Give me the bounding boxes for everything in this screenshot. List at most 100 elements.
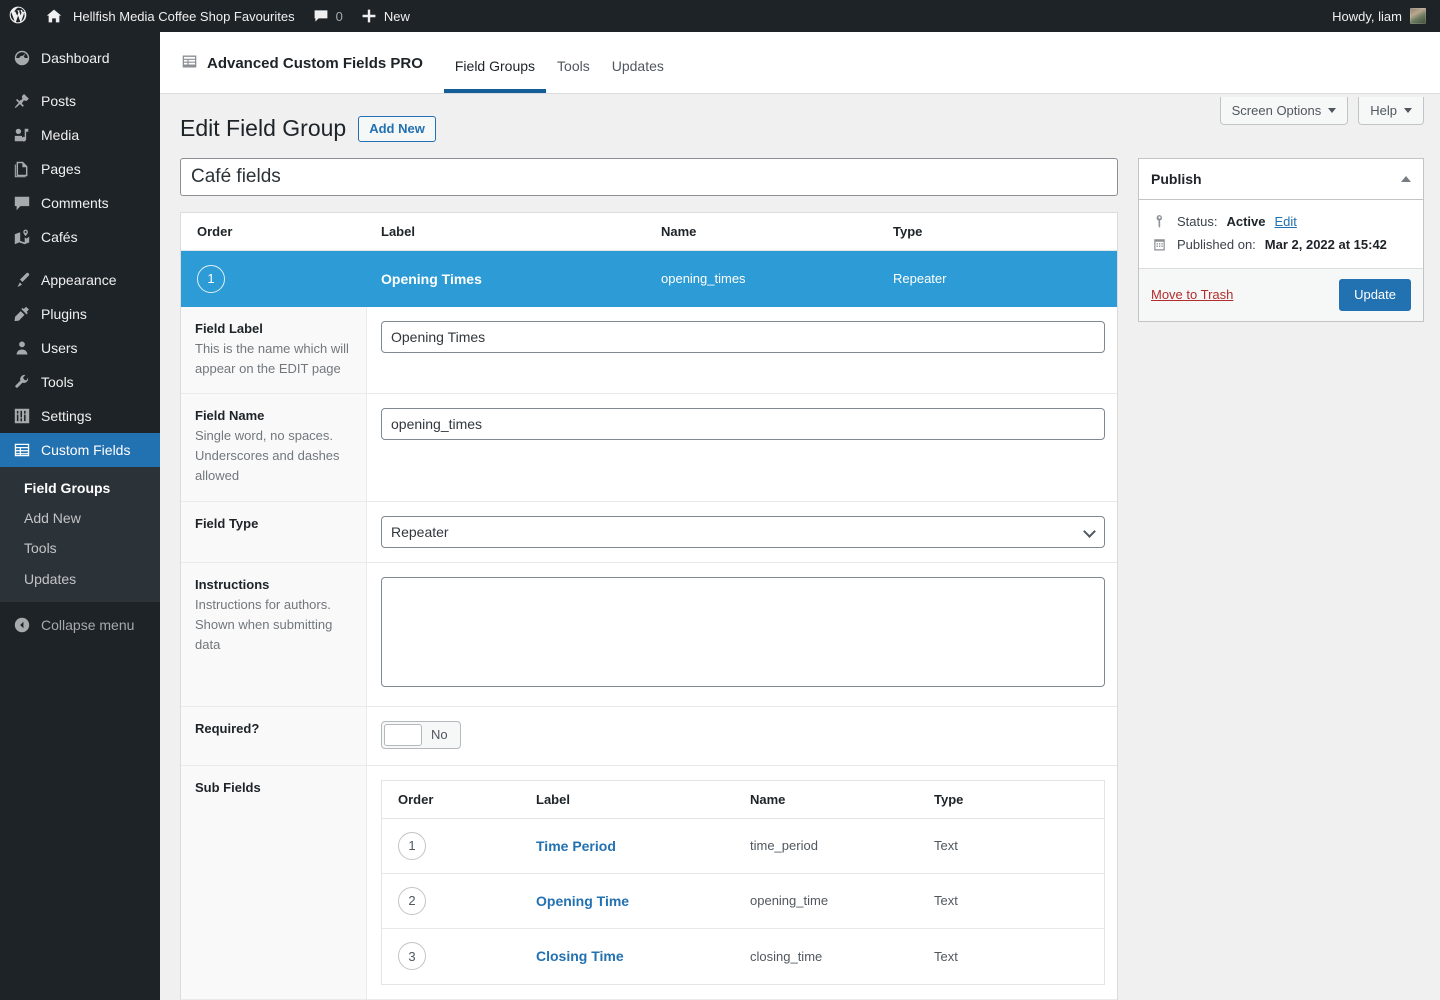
table-row[interactable]: 3 Closing Time closing_time Text xyxy=(382,929,1104,984)
publish-status-row: Status: Active Edit xyxy=(1151,210,1411,233)
sub-row-type: Text xyxy=(934,838,1104,853)
sidebar-item-posts[interactable]: Posts xyxy=(0,84,160,118)
field-group-title-input[interactable] xyxy=(180,158,1118,196)
chevron-up-icon[interactable] xyxy=(1401,176,1411,182)
wrench-icon xyxy=(12,372,32,392)
setting-description: Single word, no spaces. Underscores and … xyxy=(195,428,340,483)
sidebar-item-media[interactable]: Media xyxy=(0,118,160,152)
howdy-label: Howdy, liam xyxy=(1332,9,1402,24)
map-marker-icon xyxy=(12,227,32,247)
sidebar-item-tools[interactable]: Tools xyxy=(0,365,160,399)
site-name-menu[interactable]: Hellfish Media Coffee Shop Favourites xyxy=(37,0,304,32)
field-name-input[interactable] xyxy=(381,408,1105,440)
comment-bubble-icon xyxy=(12,193,32,213)
admin-sidebar-menu: Dashboard Posts Media Pages Comments Caf… xyxy=(0,32,160,1000)
media-icon xyxy=(12,125,32,145)
tab-field-groups[interactable]: Field Groups xyxy=(444,58,546,93)
table-row[interactable]: 2 Opening Time opening_time Text xyxy=(382,874,1104,929)
field-row-label[interactable]: Opening Times xyxy=(381,271,661,287)
sidebar-item-pages[interactable]: Pages xyxy=(0,152,160,186)
add-new-button[interactable]: Add New xyxy=(358,116,436,142)
sub-row-name: closing_time xyxy=(750,949,934,964)
wordpress-logo-button[interactable] xyxy=(0,0,37,32)
setting-label-cell: Field Label This is the name which will … xyxy=(181,307,367,394)
menu-separator-2 xyxy=(0,254,160,263)
sidebar-item-label: Users xyxy=(41,341,78,355)
acf-brand-label: Advanced Custom Fields PRO xyxy=(207,55,423,72)
field-label-input[interactable] xyxy=(381,321,1105,353)
new-content-button[interactable]: New xyxy=(352,0,419,32)
column-header-name: Name xyxy=(661,224,893,239)
sub-row-order-cell: 2 xyxy=(382,887,536,915)
sidebar-item-label: Tools xyxy=(41,375,74,389)
order-badge[interactable]: 2 xyxy=(398,887,426,915)
sidebar-item-label: Pages xyxy=(41,162,81,176)
sub-row-label[interactable]: Closing Time xyxy=(536,948,750,964)
instructions-textarea[interactable] xyxy=(381,577,1105,687)
custom-fields-submenu: Field Groups Add New Tools Updates xyxy=(0,467,160,602)
setting-label: Field Name xyxy=(195,408,354,423)
sidebar-item-dashboard[interactable]: Dashboard xyxy=(0,41,160,75)
submenu-item-tools[interactable]: Tools xyxy=(0,533,160,563)
sidebar-item-cafes[interactable]: Cafés xyxy=(0,220,160,254)
publish-date-prefix: Published on: xyxy=(1177,237,1256,252)
menu-spacer-top xyxy=(0,32,160,41)
menu-separator-1 xyxy=(0,75,160,84)
sidebar-item-custom-fields[interactable]: Custom Fields xyxy=(0,433,160,467)
sidebar-item-plugins[interactable]: Plugins xyxy=(0,297,160,331)
screen-options-label: Screen Options xyxy=(1232,104,1322,117)
sub-row-type: Text xyxy=(934,949,1104,964)
submenu-item-field-groups[interactable]: Field Groups xyxy=(0,473,160,503)
field-row-type: Repeater xyxy=(893,271,1117,286)
sub-fields-table: Order Label Name Type 1 Time Period xyxy=(381,780,1105,985)
sidebar-item-appearance[interactable]: Appearance xyxy=(0,263,160,297)
tab-tools[interactable]: Tools xyxy=(546,58,601,93)
table-row[interactable]: 1 Time Period time_period Text xyxy=(382,819,1104,874)
order-badge[interactable]: 1 xyxy=(398,832,426,860)
collapse-menu-button[interactable]: Collapse menu xyxy=(0,608,160,642)
sidebar-item-label: Media xyxy=(41,128,79,142)
sidebar-item-label: Plugins xyxy=(41,307,87,321)
edit-status-link[interactable]: Edit xyxy=(1275,214,1297,229)
column-header-label: Label xyxy=(381,224,661,239)
sub-column-header-type: Type xyxy=(934,792,1104,807)
publish-box-inner: Status: Active Edit Published on: Mar 2,… xyxy=(1139,200,1423,268)
acf-logo-icon xyxy=(181,53,198,74)
submenu-item-updates[interactable]: Updates xyxy=(0,564,160,594)
setting-label: Instructions xyxy=(195,577,354,592)
setting-field-cell: Order Label Name Type 1 Time Period xyxy=(367,765,1118,999)
sidebar-item-comments[interactable]: Comments xyxy=(0,186,160,220)
publish-status-value: Active xyxy=(1226,214,1265,229)
move-to-trash-link[interactable]: Move to Trash xyxy=(1151,287,1233,302)
screen-options-button[interactable]: Screen Options xyxy=(1220,97,1349,125)
setting-row-instructions: Instructions Instructions for authors. S… xyxy=(181,562,1117,706)
collapse-menu-label: Collapse menu xyxy=(41,617,134,633)
site-name-label: Hellfish Media Coffee Shop Favourites xyxy=(69,9,295,24)
sidebar-item-users[interactable]: Users xyxy=(0,331,160,365)
sub-row-label[interactable]: Time Period xyxy=(536,838,750,854)
field-type-select[interactable]: Repeater xyxy=(381,516,1105,548)
required-toggle[interactable]: No xyxy=(381,721,461,749)
columns: Order Label Name Type 1 Opening Times op… xyxy=(160,144,1440,1000)
setting-label-cell: Instructions Instructions for authors. S… xyxy=(181,562,367,706)
paintbrush-icon xyxy=(12,270,32,290)
main-column: Order Label Name Type 1 Opening Times op… xyxy=(180,158,1118,1000)
tab-updates[interactable]: Updates xyxy=(601,58,675,93)
sidebar-item-settings[interactable]: Settings xyxy=(0,399,160,433)
help-button[interactable]: Help xyxy=(1358,97,1424,125)
field-row-opening-times[interactable]: 1 Opening Times opening_times Repeater xyxy=(181,251,1117,307)
column-header-order: Order xyxy=(181,224,381,239)
publish-box-header[interactable]: Publish xyxy=(1139,159,1423,200)
my-account-menu[interactable]: Howdy, liam xyxy=(1332,8,1440,24)
publish-status-prefix: Status: xyxy=(1177,214,1217,229)
comments-button[interactable]: 0 xyxy=(304,0,352,32)
order-badge[interactable]: 1 xyxy=(197,265,225,293)
sub-row-label[interactable]: Opening Time xyxy=(536,893,750,909)
submenu-item-add-new[interactable]: Add New xyxy=(0,503,160,533)
update-button[interactable]: Update xyxy=(1339,279,1411,311)
setting-row-sub-fields: Sub Fields Order Label Name Type xyxy=(181,765,1117,999)
sidebar-item-label: Settings xyxy=(41,409,92,423)
title-div xyxy=(180,158,1118,196)
order-badge[interactable]: 3 xyxy=(398,942,426,970)
sub-row-order-cell: 1 xyxy=(382,832,536,860)
